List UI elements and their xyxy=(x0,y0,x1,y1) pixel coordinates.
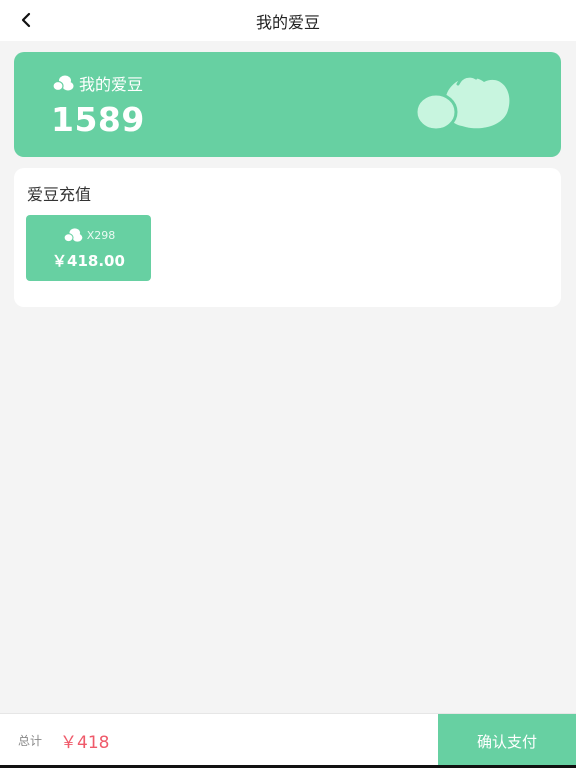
total-amount: ￥418 xyxy=(60,733,110,753)
bean-icon xyxy=(52,75,74,92)
package-price: ￥418.00 xyxy=(52,252,125,270)
navigation-bar: 我的爱豆 xyxy=(0,0,576,41)
package-option[interactable]: X298 ￥418.00 xyxy=(26,215,151,281)
balance-card: 我的爱豆 1589 xyxy=(14,52,561,157)
bean-icon xyxy=(63,228,83,243)
balance-value: 1589 xyxy=(51,100,145,139)
package-quantity: X298 xyxy=(86,228,116,242)
total-label: 总计 xyxy=(18,734,43,748)
recharge-title: 爱豆充值 xyxy=(27,185,92,204)
page-title: 我的爱豆 xyxy=(255,12,320,32)
bottom-bar: 总计 ￥418 确认支付 xyxy=(0,713,576,768)
back-button[interactable] xyxy=(10,4,42,36)
balance-label: 我的爱豆 xyxy=(79,75,144,94)
recharge-card: 爱豆充值 X298 ￥418.00 xyxy=(14,168,561,307)
balance-label-row: 我的爱豆 xyxy=(52,71,143,95)
bean-illustration-icon xyxy=(414,74,510,132)
package-qty-row: X298 xyxy=(26,227,151,243)
confirm-payment-button[interactable]: 确认支付 xyxy=(438,714,576,768)
chevron-left-icon xyxy=(21,12,31,28)
